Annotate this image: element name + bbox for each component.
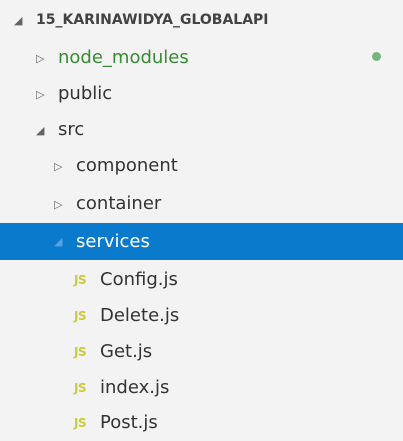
tree-item-src[interactable]: ◢ src xyxy=(0,112,403,148)
chevron-right-icon[interactable]: ▷ xyxy=(54,160,76,173)
folder-label: public xyxy=(58,83,113,104)
js-file-icon: JS xyxy=(74,309,87,323)
js-file-icon: JS xyxy=(74,345,87,359)
folder-label: container xyxy=(76,193,162,214)
file-label: Get.js xyxy=(100,341,153,362)
git-status-dot-icon xyxy=(372,52,381,61)
tree-item-services[interactable]: ◢ services xyxy=(0,223,403,260)
chevron-down-icon[interactable]: ◢ xyxy=(14,14,36,27)
chevron-right-icon[interactable]: ▷ xyxy=(36,88,58,101)
file-label: index.js xyxy=(100,377,170,398)
explorer-root-header[interactable]: ◢ 15_KARINAWIDYA_GLOBALAPI xyxy=(0,0,403,40)
tree-item-node-modules[interactable]: ▷ node_modules xyxy=(0,40,403,76)
tree-item-component[interactable]: ▷ component xyxy=(0,148,403,184)
folder-label: services xyxy=(76,230,150,252)
chevron-right-icon[interactable]: ▷ xyxy=(36,52,58,65)
tree-item-post-js[interactable]: JS Post.js xyxy=(0,405,403,441)
tree-item-container[interactable]: ▷ container xyxy=(0,186,403,222)
tree-item-index-js[interactable]: JS index.js xyxy=(0,370,403,406)
folder-label: node_modules xyxy=(58,47,189,68)
js-file-icon: JS xyxy=(74,273,87,287)
tree-item-delete-js[interactable]: JS Delete.js xyxy=(0,298,403,334)
file-label: Delete.js xyxy=(100,305,180,326)
file-label: Post.js xyxy=(100,412,158,433)
chevron-down-icon[interactable]: ◢ xyxy=(54,235,76,248)
js-file-icon: JS xyxy=(74,381,87,395)
js-file-icon: JS xyxy=(74,416,87,430)
tree-item-config-js[interactable]: JS Config.js xyxy=(0,262,403,298)
tree-item-get-js[interactable]: JS Get.js xyxy=(0,334,403,370)
chevron-down-icon[interactable]: ◢ xyxy=(36,124,58,137)
root-folder-label: 15_KARINAWIDYA_GLOBALAPI xyxy=(36,12,269,28)
tree-item-public[interactable]: ▷ public xyxy=(0,76,403,112)
file-explorer: ◢ 15_KARINAWIDYA_GLOBALAPI ▷ node_module… xyxy=(0,0,403,441)
folder-label: component xyxy=(76,155,178,176)
chevron-right-icon[interactable]: ▷ xyxy=(54,198,76,211)
folder-label: src xyxy=(58,119,85,140)
file-label: Config.js xyxy=(100,269,178,290)
